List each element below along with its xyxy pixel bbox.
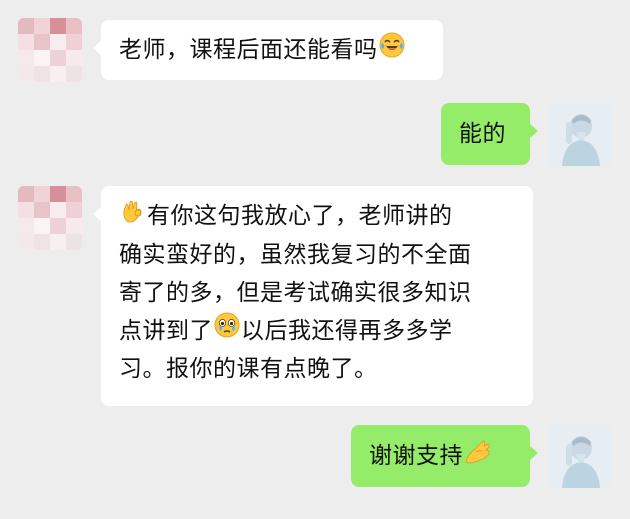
user-avatar[interactable] (548, 424, 612, 488)
message-text: 老师，课程后面还能看吗 (119, 31, 443, 70)
message-bubble-sent[interactable]: 能的 (441, 103, 538, 165)
contact-avatar[interactable] (18, 186, 82, 250)
user-avatar[interactable] (548, 102, 612, 166)
message-text-segment: 谢谢支持 (369, 443, 463, 469)
message-line: 寄了的多，但是考试确实很多知识 (119, 279, 472, 306)
laughing-crying-emoji (379, 32, 405, 70)
teary-eyed-emoji (214, 312, 240, 350)
message-line: 有你这句我放心了，老师讲的 (119, 197, 533, 236)
ok-hand-emoji (120, 198, 146, 236)
message-bubble-received[interactable]: 老师，课程后面还能看吗 (93, 20, 443, 80)
message-line: 习。报你的课有点晚了。 (119, 356, 378, 382)
message-line: 确实蛮好的，虽然我复习的不全面 (119, 241, 472, 268)
contact-avatar[interactable] (18, 18, 82, 82)
message-text: 谢谢支持 (369, 437, 530, 476)
message-line: 点讲到了 以后我还得再多多学 (119, 312, 533, 351)
message-text-segment: 点讲到了 (119, 317, 213, 344)
pinched-fingers-emoji (464, 438, 492, 476)
message-text-segment: 老师，课程后面还能看吗 (119, 37, 378, 63)
message-bubble-sent[interactable]: 谢谢支持 (351, 425, 538, 487)
message-bubble-received[interactable]: 有你这句我放心了，老师讲的 确实蛮好的，虽然我复习的不全面 寄了的多，但是考试确… (93, 186, 533, 406)
message-text: 能的 (459, 121, 506, 147)
message-text-segment: 以后我还得再多多学 (241, 317, 453, 344)
message-text-segment: 有你这句我放心了，老师讲的 (147, 203, 453, 229)
